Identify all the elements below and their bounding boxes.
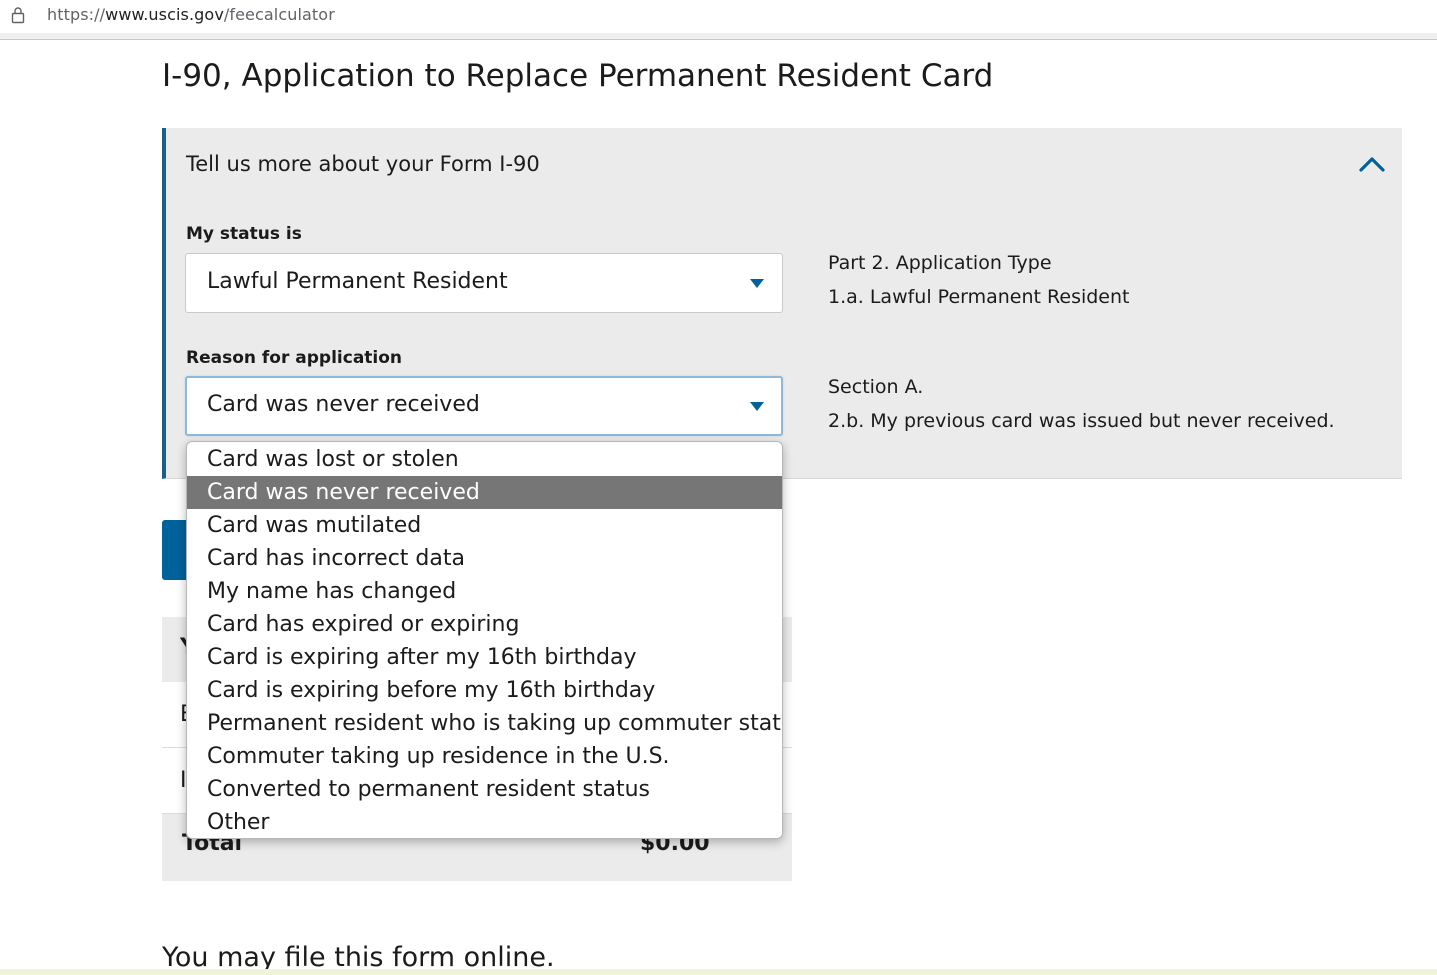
dropdown-option[interactable]: Card has incorrect data (187, 542, 782, 575)
browser-divider (0, 33, 1437, 40)
chevron-up-icon[interactable] (1358, 154, 1386, 174)
status-select[interactable]: Lawful Permanent Resident (185, 253, 783, 313)
dropdown-option-selected[interactable]: Card was never received (187, 476, 782, 509)
browser-bottom-strip (0, 969, 1437, 975)
dropdown-option[interactable]: Permanent resident who is taking up comm… (187, 707, 782, 740)
url-scheme: https:// (47, 5, 106, 24)
url-path: /feecalculator (223, 5, 335, 24)
status-select-value: Lawful Permanent Resident (207, 269, 508, 294)
caret-down-icon (750, 402, 764, 411)
dropdown-option[interactable]: Commuter taking up residence in the U.S. (187, 740, 782, 773)
dropdown-option[interactable]: Card was lost or stolen (187, 443, 782, 476)
dropdown-option[interactable]: My name has changed (187, 575, 782, 608)
url-host: www.uscis.gov (105, 5, 224, 24)
page-title: I-90, Application to Replace Permanent R… (162, 58, 994, 94)
dropdown-option[interactable]: Card was mutilated (187, 509, 782, 542)
browser-address-bar[interactable]: https://www.uscis.gov/feecalculator (0, 0, 1437, 33)
form-details-panel: Tell us more about your Form I-90 My sta… (162, 128, 1402, 479)
dropdown-option[interactable]: Card has expired or expiring (187, 608, 782, 641)
status-label: My status is (186, 224, 302, 244)
status-info-type: 1.a. Lawful Permanent Resident (828, 286, 1130, 308)
reason-select[interactable]: Card was never received (185, 376, 783, 436)
reason-select-value: Card was never received (207, 392, 480, 417)
panel-heading[interactable]: Tell us more about your Form I-90 (186, 152, 540, 176)
caret-down-icon (750, 279, 764, 288)
reason-info-detail: 2.b. My previous card was issued but nev… (828, 410, 1335, 432)
reason-info-section: Section A. (828, 376, 924, 398)
status-info-part: Part 2. Application Type (828, 252, 1052, 274)
reason-label: Reason for application (186, 348, 403, 368)
reason-dropdown-list[interactable]: Card was lost or stolen Card was never r… (186, 441, 783, 839)
dropdown-option[interactable]: Other (187, 806, 782, 838)
dropdown-option[interactable]: Card is expiring before my 16th birthday (187, 674, 782, 707)
lock-icon (11, 7, 25, 24)
dropdown-option[interactable]: Converted to permanent resident status (187, 773, 782, 806)
dropdown-option[interactable]: Card is expiring after my 16th birthday (187, 641, 782, 674)
url-text[interactable]: https://www.uscis.gov/feecalculator (47, 5, 335, 24)
